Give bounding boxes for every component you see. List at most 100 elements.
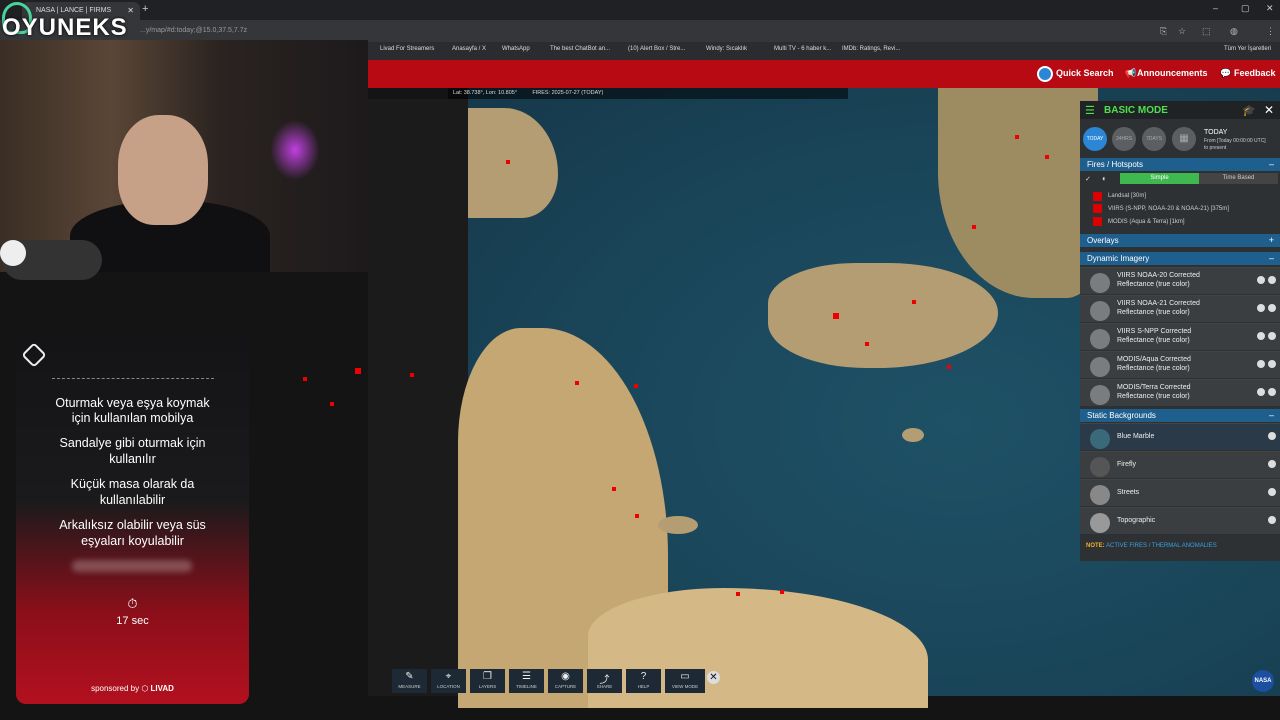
opacity-icon[interactable] <box>1257 332 1265 340</box>
bookmark-item[interactable]: IMDb: Ratings, Revi... <box>842 46 900 52</box>
dynamic-layer-row[interactable]: MODIS/Aqua Corrected Reflectance (true co… <box>1080 351 1280 378</box>
timeline-button[interactable]: ☰ TIMELINE <box>509 669 544 693</box>
7days-button[interactable]: 7DAYS <box>1142 127 1166 151</box>
fire-hotspot[interactable] <box>303 377 307 381</box>
measure-button[interactable]: ✎ MEASURE <box>392 669 427 693</box>
dynamic-layer-row[interactable]: VIIRS S-NPP Corrected Reflectance (true c… <box>1080 323 1280 350</box>
fire-hotspot[interactable] <box>355 368 361 374</box>
fire-hotspot[interactable] <box>780 590 784 594</box>
close-panel-icon[interactable]: ✕ <box>1264 103 1274 117</box>
share-button[interactable]: ⤴ SHARE <box>587 669 622 693</box>
simple-tab[interactable]: Simple <box>1120 173 1199 184</box>
maximize-button[interactable]: ▢ <box>1241 3 1250 14</box>
extensions-icon[interactable]: ⬚ <box>1202 26 1211 37</box>
opacity-icon[interactable] <box>1257 276 1265 284</box>
static-layer-row[interactable]: Firefly <box>1080 451 1280 478</box>
search-icon[interactable] <box>1037 66 1053 82</box>
capture-button[interactable]: ◉ CAPTURE <box>548 669 583 693</box>
dynamic-layer-row[interactable]: MODIS/Terra Corrected Reflectance (true c… <box>1080 379 1280 406</box>
static-layer-row[interactable]: Streets <box>1080 479 1280 506</box>
fire-hotspot[interactable] <box>736 592 740 596</box>
fire-hotspot[interactable] <box>972 225 976 229</box>
quick-search-button[interactable]: Quick Search <box>1056 68 1114 78</box>
star-icon[interactable]: ☆ <box>1178 26 1186 37</box>
feedback-button[interactable]: Feedback <box>1234 68 1276 78</box>
fire-hotspot[interactable] <box>947 365 951 369</box>
location-button[interactable]: ⌖ LOCATION <box>431 669 466 693</box>
fire-hotspot[interactable] <box>506 160 510 164</box>
fire-hotspot[interactable] <box>1045 155 1049 159</box>
info-icon[interactable] <box>1268 388 1276 396</box>
info-icon[interactable] <box>1268 460 1276 468</box>
collapse-icon[interactable]: – <box>1269 410 1274 420</box>
calendar-icon[interactable]: ▦ <box>1172 127 1196 151</box>
info-icon[interactable] <box>1268 516 1276 524</box>
fire-hotspot[interactable] <box>634 384 638 388</box>
bookmark-item[interactable]: Livad For Streamers <box>380 46 434 52</box>
fire-hotspot[interactable] <box>575 381 579 385</box>
opacity-icon[interactable] <box>1257 388 1265 396</box>
fire-hotspot[interactable] <box>410 373 414 377</box>
menu-icon[interactable]: ⋮ <box>1266 26 1275 37</box>
fire-hotspot[interactable] <box>1015 135 1019 139</box>
static-layer-row[interactable]: Blue Marble <box>1080 423 1280 450</box>
fire-hotspot[interactable] <box>612 487 616 491</box>
info-icon[interactable] <box>1268 276 1276 284</box>
hamburger-icon[interactable]: ☰ <box>1085 104 1095 117</box>
fire-layer-landsat[interactable]: Landsat [30m] <box>1108 193 1146 199</box>
dynamic-imagery-section[interactable]: Dynamic Imagery – <box>1080 252 1280 265</box>
landsat-color-swatch[interactable] <box>1093 192 1102 201</box>
fire-layer-modis[interactable]: MODIS (Aqua & Terra) [1km] <box>1108 219 1185 225</box>
collapse-icon[interactable]: – <box>1269 253 1274 263</box>
collapse-icon[interactable]: – <box>1269 159 1274 169</box>
time-based-tab[interactable]: Time Based <box>1199 173 1278 184</box>
bookmark-item[interactable]: WhatsApp <box>502 46 530 52</box>
bookmark-item[interactable]: Windy: Sıcaklık <box>706 46 747 52</box>
overlays-section[interactable]: Overlays + <box>1080 234 1280 247</box>
info-icon[interactable] <box>1268 488 1276 496</box>
announcements-button[interactable]: Announcements <box>1137 68 1208 78</box>
modis-color-swatch[interactable] <box>1093 217 1102 226</box>
bookmark-item[interactable]: (10) Alert Box / Stre... <box>628 46 685 52</box>
fire-layer-viirs[interactable]: VIIRS (S-NPP, NOAA-20 & NOAA-21) [375m] <box>1108 206 1229 212</box>
tab-close-icon[interactable]: ✕ <box>127 6 134 15</box>
url-field[interactable]: ...y/map/#d:today;@15.0,37.5,7.7z <box>140 27 247 34</box>
static-layer-row[interactable]: Topographic <box>1080 507 1280 534</box>
close-window-button[interactable]: ✕ <box>1266 3 1274 14</box>
info-icon[interactable] <box>1268 432 1276 440</box>
contrast-icon[interactable]: ◐ <box>1102 174 1107 183</box>
close-toolbar-icon[interactable]: ✕ <box>707 671 720 684</box>
today-button[interactable]: TODAY <box>1083 127 1107 151</box>
24hrs-button[interactable]: 24HRS <box>1112 127 1136 151</box>
layer-label: Topographic <box>1117 517 1156 524</box>
bookmark-item[interactable]: Multi TV - 6 haber k... <box>774 46 831 52</box>
fire-hotspot[interactable] <box>833 313 839 319</box>
dynamic-layer-row[interactable]: VIIRS NOAA-20 Corrected Reflectance (true… <box>1080 267 1280 294</box>
info-icon[interactable] <box>1268 332 1276 340</box>
static-backgrounds-section[interactable]: Static Backgrounds – <box>1080 409 1280 422</box>
install-icon[interactable]: ⎘ <box>1160 26 1167 37</box>
minimize-button[interactable]: – <box>1213 3 1218 13</box>
fire-hotspot[interactable] <box>635 514 639 518</box>
view-mode-button[interactable]: ▭ VIEW MODE <box>665 669 705 693</box>
info-icon[interactable] <box>1268 360 1276 368</box>
dynamic-layer-row[interactable]: VIIRS NOAA-21 Corrected Reflectance (true… <box>1080 295 1280 322</box>
fire-hotspot[interactable] <box>330 402 334 406</box>
viirs-color-swatch[interactable] <box>1093 204 1102 213</box>
fire-hotspot[interactable] <box>912 300 916 304</box>
expand-icon[interactable]: + <box>1269 235 1274 245</box>
help-button[interactable]: ? HELP <box>626 669 661 693</box>
check-icon[interactable]: ✓ <box>1085 175 1091 183</box>
bookmark-item[interactable]: The best ChatBot an... <box>550 46 610 52</box>
opacity-icon[interactable] <box>1257 304 1265 312</box>
mode-toggle-icon[interactable]: 🎓 <box>1242 104 1256 117</box>
info-icon[interactable] <box>1268 304 1276 312</box>
new-tab-button[interactable]: + <box>142 3 148 15</box>
fire-hotspot[interactable] <box>865 342 869 346</box>
bookmark-item[interactable]: Tüm Yer İşaretleri <box>1224 46 1271 52</box>
bookmark-item[interactable]: Anasayfa / X <box>452 46 486 52</box>
profile-icon[interactable]: ◍ <box>1230 26 1238 37</box>
fires-hotspots-section[interactable]: Fires / Hotspots – <box>1080 158 1280 171</box>
opacity-icon[interactable] <box>1257 360 1265 368</box>
layers-button[interactable]: ❐ LAYERS <box>470 669 505 693</box>
